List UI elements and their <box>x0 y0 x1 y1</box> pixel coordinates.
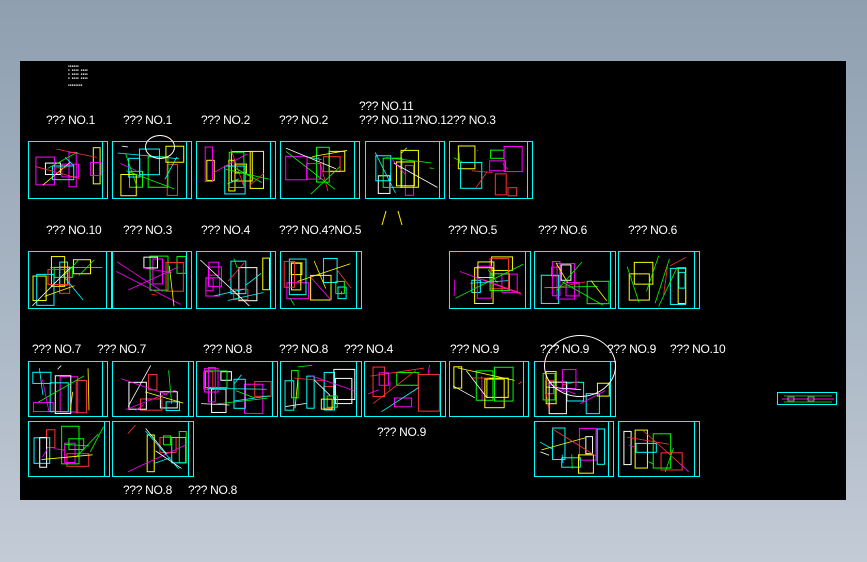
sheet-label: ??? NO.6 <box>538 223 587 237</box>
drawing-sheet[interactable] <box>112 421 194 477</box>
drawing-sheet[interactable] <box>449 361 529 417</box>
sheet-label: ??? NO.4?NO.5 <box>279 223 362 237</box>
sheet-label: ??? NO.8 <box>203 342 252 356</box>
sheet-label: ??? NO.2 <box>279 113 328 127</box>
sheet-linework <box>127 424 187 473</box>
sheet-label: ??? NO.5 <box>448 223 497 237</box>
arrow-up-icon <box>381 210 387 225</box>
drawing-sheet[interactable] <box>28 361 108 417</box>
sheet-linework <box>120 365 184 411</box>
sheet-label: ??? NO.11?NO.12?? NO.3 <box>359 113 496 127</box>
drawing-sheet[interactable] <box>28 141 108 199</box>
arrow-up-icon <box>397 210 403 225</box>
note-line: ▪ ▪▪▪▪ ▪▪▪▪ <box>68 76 88 80</box>
sheet-label: ??? NO.9 <box>450 342 499 356</box>
drawing-sheet[interactable] <box>112 251 192 309</box>
drawing-sheet[interactable] <box>534 251 616 309</box>
sheet-label: ??? NO.7 <box>32 342 81 356</box>
drawing-sheet[interactable] <box>449 141 533 199</box>
drawing-sheet[interactable] <box>28 251 112 309</box>
sheet-label: ??? NO.3 <box>123 223 172 237</box>
sheet-linework <box>35 147 102 188</box>
drawing-sheet[interactable] <box>618 251 700 309</box>
drawing-sheet[interactable] <box>534 421 614 477</box>
cad-model-space[interactable]: ▪▪▪▪▪▪ ▪ ▪▪▪▪ ▪▪▪▪ ▪ ▪▪▪▪ ▪▪▪▪ ▪ ▪▪▪▪ ▪▪… <box>20 61 846 500</box>
drawing-sheet[interactable] <box>280 361 362 417</box>
sheet-label: ??? NO.11 <box>359 99 414 113</box>
drawing-sheet[interactable] <box>280 251 362 309</box>
revision-circle <box>544 335 616 397</box>
sheet-linework <box>367 365 440 412</box>
sheet-label: ??? NO.2 <box>201 113 250 127</box>
sheet-linework <box>626 255 687 307</box>
sheet-label: ??? NO.8 <box>279 342 328 356</box>
drawing-sheet[interactable] <box>449 251 531 309</box>
sheet-linework <box>32 365 90 415</box>
sheet-linework <box>284 364 356 411</box>
sheet-linework <box>452 366 523 409</box>
sheet-label: ??? NO.1 <box>46 113 95 127</box>
drawing-sheet[interactable] <box>364 361 446 417</box>
drawing-sheet[interactable] <box>196 141 276 199</box>
sheet-label: ??? NO.9 <box>377 425 426 439</box>
sheet-linework <box>285 146 348 195</box>
note-line: ▪▪▪▪▪▪▪▪ <box>68 83 83 87</box>
drawing-sheet[interactable] <box>112 361 194 417</box>
sheet-label: ??? NO.1 <box>123 113 172 127</box>
detail-strip[interactable] <box>777 392 837 405</box>
sheet-label: ??? NO.4 <box>201 223 250 237</box>
sheet-linework <box>33 425 104 468</box>
sheet-linework <box>453 145 523 197</box>
revision-circle <box>145 135 175 159</box>
sheet-linework <box>539 427 606 474</box>
sheet-linework <box>204 146 270 195</box>
sheet-label: ??? NO.8 <box>123 483 172 497</box>
sheet-linework <box>540 261 610 306</box>
title-block-notes: ▪▪▪▪▪▪ ▪ ▪▪▪▪ ▪▪▪▪ ▪ ▪▪▪▪ ▪▪▪▪ ▪ ▪▪▪▪ ▪▪… <box>68 64 88 87</box>
sheet-label: ??? NO.4 <box>344 342 393 356</box>
sheet-linework <box>623 429 689 473</box>
sheet-label: ??? NO.8 <box>188 483 237 497</box>
sheet-linework <box>453 256 524 304</box>
drawing-sheet[interactable] <box>28 421 110 477</box>
sheet-linework <box>200 257 270 307</box>
drawing-sheet[interactable] <box>365 141 445 199</box>
sheet-linework <box>283 257 352 306</box>
sheet-linework <box>201 366 272 414</box>
sheet-label: ??? NO.10 <box>46 223 102 237</box>
drawing-sheet[interactable] <box>280 141 360 199</box>
sheet-linework <box>374 147 438 196</box>
sheet-linework <box>115 255 187 307</box>
sheet-label: ??? NO.7 <box>97 342 146 356</box>
drawing-sheet[interactable] <box>196 251 276 309</box>
sheet-linework <box>31 256 103 307</box>
drawing-sheet[interactable] <box>618 421 700 477</box>
sheet-label: ??? NO.6 <box>628 223 677 237</box>
drawing-sheet[interactable] <box>196 361 278 417</box>
sheet-label: ??? NO.10 <box>670 342 726 356</box>
sheet-label: ??? NO.9 <box>607 342 656 356</box>
